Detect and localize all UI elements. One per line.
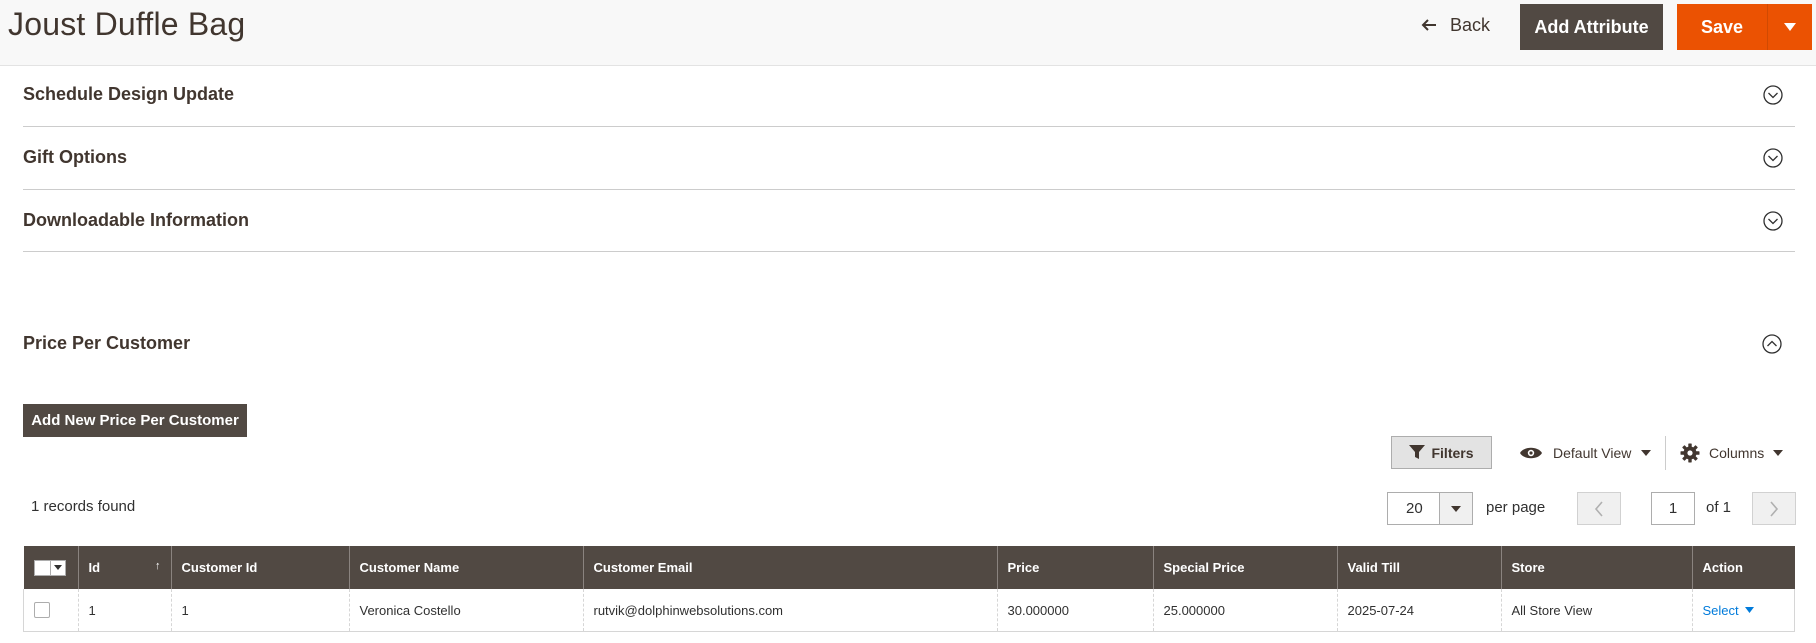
cell-customer-name: Veronica Costello — [348, 589, 583, 632]
column-header-customer-email[interactable]: Customer Email — [582, 546, 997, 589]
column-header-valid-till[interactable]: Valid Till — [1336, 546, 1501, 589]
filter-icon — [1409, 445, 1426, 459]
per-page-select[interactable]: 20 — [1387, 492, 1473, 525]
row-action-select[interactable]: Select — [1703, 603, 1754, 618]
section-schedule-design-update[interactable]: Schedule Design Update — [23, 66, 1795, 127]
cell-customer-id: 1 — [170, 589, 349, 632]
next-page-button[interactable] — [1752, 492, 1796, 525]
cell-store: All Store View — [1500, 589, 1692, 632]
section-title: Gift Options — [23, 147, 127, 167]
columns-label: Columns — [1709, 445, 1765, 461]
default-view-dropdown[interactable]: Default View — [1519, 440, 1652, 466]
caret-down-icon — [1451, 505, 1461, 512]
caret-down-icon — [1744, 607, 1754, 613]
table-row: 1 1 Veronica Costello rutvik@dolphinwebs… — [23, 589, 1795, 632]
caret-down-icon — [1641, 450, 1652, 456]
section-title: Downloadable Information — [23, 210, 250, 230]
row-checkbox[interactable] — [34, 602, 50, 619]
page-title: Joust Duffle Bag — [8, 6, 246, 42]
back-label: Back — [1450, 14, 1491, 35]
eye-icon — [1520, 447, 1542, 459]
sort-ascending-icon: ↑ — [155, 560, 161, 572]
column-header-customer-id[interactable]: Customer Id — [170, 546, 349, 589]
back-button[interactable]: Back — [1420, 13, 1490, 37]
chevron-right-icon — [1770, 500, 1779, 517]
view-label: Default View — [1553, 445, 1632, 461]
chevron-down-icon[interactable] — [1763, 211, 1783, 231]
cell-action: Select — [1691, 589, 1795, 632]
toolbar-divider — [1665, 436, 1666, 470]
per-page-toggle[interactable] — [1439, 493, 1472, 524]
records-found-count: 1 records found — [31, 498, 136, 515]
arrow-left-icon — [1421, 19, 1436, 31]
cell-valid-till: 2025-07-24 — [1336, 589, 1501, 632]
page-total: of 1 — [1706, 499, 1732, 516]
caret-down-icon — [1784, 23, 1796, 31]
cell-special-price: 25.000000 — [1152, 589, 1337, 632]
section-gift-options[interactable]: Gift Options — [23, 126, 1795, 190]
cell-id: 1 — [77, 589, 171, 632]
cell-price: 30.000000 — [996, 589, 1153, 632]
row-select-cell[interactable] — [23, 589, 78, 632]
filters-button[interactable]: Filters — [1391, 436, 1492, 469]
filters-label: Filters — [1431, 444, 1474, 461]
previous-page-button[interactable] — [1577, 492, 1621, 525]
column-header-id[interactable]: Id ↑ — [77, 546, 171, 589]
chevron-up-icon[interactable] — [1762, 334, 1782, 354]
page-header: Joust Duffle Bag Back Add Attribute Save — [0, 0, 1816, 66]
column-header-special-price[interactable]: Special Price — [1152, 546, 1337, 589]
chevron-left-icon — [1594, 500, 1603, 517]
column-header-price[interactable]: Price — [996, 546, 1153, 589]
column-header-store[interactable]: Store — [1500, 546, 1692, 589]
save-options-toggle[interactable] — [1767, 4, 1812, 50]
add-attribute-button[interactable]: Add Attribute — [1520, 4, 1663, 50]
per-page-value: 20 — [1406, 500, 1423, 517]
section-title: Schedule Design Update — [23, 84, 235, 104]
page-number-input[interactable]: 1 — [1651, 492, 1695, 525]
column-header-action: Action — [1691, 546, 1795, 589]
section-downloadable-information[interactable]: Downloadable Information — [23, 189, 1795, 252]
mass-select-checkbox[interactable] — [33, 559, 66, 576]
caret-down-icon — [53, 565, 62, 571]
mass-action-header[interactable] — [23, 546, 78, 589]
chevron-down-icon[interactable] — [1763, 148, 1783, 168]
price-per-customer-table: Id ↑ Customer Id Customer Name Customer … — [23, 546, 1795, 632]
cell-customer-email: rutvik@dolphinwebsolutions.com — [582, 589, 997, 632]
per-page-label: per page — [1486, 499, 1546, 516]
chevron-down-icon[interactable] — [1763, 85, 1783, 105]
columns-dropdown[interactable]: Columns — [1680, 440, 1784, 466]
add-new-price-button[interactable]: Add New Price Per Customer — [23, 404, 247, 437]
save-button[interactable]: Save — [1677, 4, 1767, 50]
column-header-customer-name[interactable]: Customer Name — [348, 546, 583, 589]
table-header-row: Id ↑ Customer Id Customer Name Customer … — [23, 546, 1795, 589]
gear-icon — [1680, 443, 1700, 463]
section-title: Price Per Customer — [23, 333, 191, 353]
caret-down-icon — [1773, 450, 1784, 456]
